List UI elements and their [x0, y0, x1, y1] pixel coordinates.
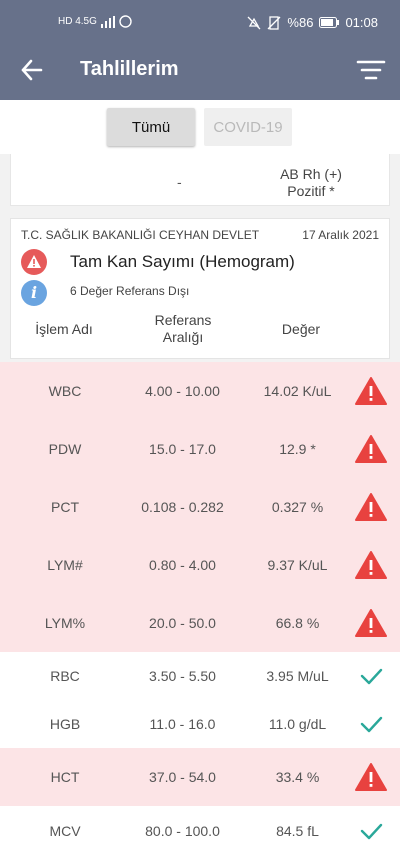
battery-icon [319, 17, 340, 28]
result-reference: 15.0 - 17.0 [149, 441, 216, 457]
result-name: PCT [51, 499, 79, 515]
result-row-rbc[interactable]: RBC 3.50 - 5.50 3.95 M/uL [0, 652, 400, 700]
results-list: WBC 4.00 - 10.00 14.02 K/uL PDW 15.0 - 1… [0, 362, 400, 856]
warning-triangle-icon [355, 377, 387, 405]
result-row-wbc[interactable]: WBC 4.00 - 10.00 14.02 K/uL [0, 362, 400, 420]
result-reference: 20.0 - 50.0 [149, 615, 216, 631]
mute-icon [247, 16, 261, 29]
tab-covid-19[interactable]: COVID-19 [204, 108, 292, 146]
warning-triangle-icon [355, 551, 387, 579]
previous-result-value: - [177, 174, 182, 190]
previous-result-card[interactable]: - AB Rh (+) Pozitif * [10, 154, 390, 206]
result-row-lym-percent[interactable]: LYM% 20.0 - 50.0 66.8 % [0, 594, 400, 652]
result-value: 11.0 g/dL [268, 716, 327, 732]
result-value: 84.5 fL [276, 823, 319, 839]
warning-triangle-icon [355, 763, 387, 791]
result-reference: 11.0 - 16.0 [149, 716, 216, 732]
warning-triangle-icon [355, 609, 387, 637]
check-icon [360, 823, 383, 840]
result-row-hct[interactable]: HCT 37.0 - 54.0 33.4 % [0, 748, 400, 806]
network-indicator: HD 4.5G [58, 15, 97, 27]
blood-group-value: AB Rh (+) Pozitif * [280, 166, 342, 199]
result-row-pdw[interactable]: PDW 15.0 - 17.0 12.9 * [0, 420, 400, 478]
tab-all[interactable]: Tümü [107, 108, 195, 146]
result-value: 3.95 M/uL [266, 668, 329, 684]
warning-triangle-icon [355, 435, 387, 463]
app-bar: Tahlillerim [0, 40, 400, 100]
status-bar: HD 4.5G %86 01:08 [0, 0, 400, 40]
signal-icon [100, 15, 115, 28]
result-value: 14.02 K/uL [263, 383, 332, 399]
column-header-reference: Referans Aralığı [154, 312, 212, 345]
category-tabs: Tümü COVID-19 [0, 100, 400, 154]
test-title: Tam Kan Sayımı (Hemogram) [70, 252, 295, 271]
hospital-name: T.C. SAĞLIK BAKANLIĞI CEYHAN DEVLET [21, 228, 260, 242]
result-reference: 37.0 - 54.0 [149, 769, 216, 785]
column-header-value: Değer [281, 321, 321, 337]
page-title: Tahlillerim [80, 58, 179, 80]
result-row-lym-count[interactable]: LYM# 0.80 - 4.00 9.37 K/uL [0, 536, 400, 594]
check-icon [360, 716, 383, 733]
result-name: HGB [49, 716, 81, 732]
filter-icon[interactable] [356, 56, 386, 84]
result-value: 33.4 % [275, 769, 320, 785]
warning-triangle-icon [355, 493, 387, 521]
whatsapp-icon [119, 15, 132, 28]
result-name: LYM% [44, 615, 86, 631]
test-date: 17 Aralık 2021 [302, 228, 379, 242]
warning-icon [21, 249, 47, 275]
battery-level: %86 [287, 15, 314, 30]
no-sim-icon [267, 15, 281, 30]
result-reference: 3.50 - 5.50 [149, 668, 216, 684]
result-reference: 4.00 - 10.00 [145, 383, 220, 399]
arrow-left-icon[interactable] [18, 56, 46, 84]
result-row-pct[interactable]: PCT 0.108 - 0.282 0.327 % [0, 478, 400, 536]
result-value: 0.327 % [271, 499, 324, 515]
result-name: HCT [50, 769, 80, 785]
hemogram-card[interactable]: T.C. SAĞLIK BAKANLIĞI CEYHAN DEVLET 17 A… [10, 218, 390, 359]
result-row-hgb[interactable]: HGB 11.0 - 16.0 11.0 g/dL [0, 700, 400, 748]
status-right: %86 01:08 [247, 15, 378, 30]
result-value: 66.8 % [275, 615, 320, 631]
result-reference: 80.0 - 100.0 [145, 823, 220, 839]
result-name: MCV [49, 823, 81, 839]
check-icon [360, 668, 383, 685]
result-reference: 0.108 - 0.282 [141, 499, 224, 515]
result-reference: 0.80 - 4.00 [149, 557, 216, 573]
out-of-range-count: 6 Değer Referans Dışı [70, 284, 190, 298]
result-name: LYM# [47, 557, 83, 573]
result-value: 9.37 K/uL [267, 557, 328, 573]
column-header-name: İşlem Adı [35, 321, 93, 337]
result-value: 12.9 * [279, 441, 316, 457]
status-left: HD 4.5G [58, 15, 132, 28]
result-name: WBC [48, 383, 82, 399]
clock: 01:08 [345, 15, 378, 30]
result-name: PDW [48, 441, 82, 457]
result-row-mcv[interactable]: MCV 80.0 - 100.0 84.5 fL [0, 806, 400, 856]
result-name: RBC [50, 668, 80, 684]
info-icon: i [21, 280, 47, 306]
